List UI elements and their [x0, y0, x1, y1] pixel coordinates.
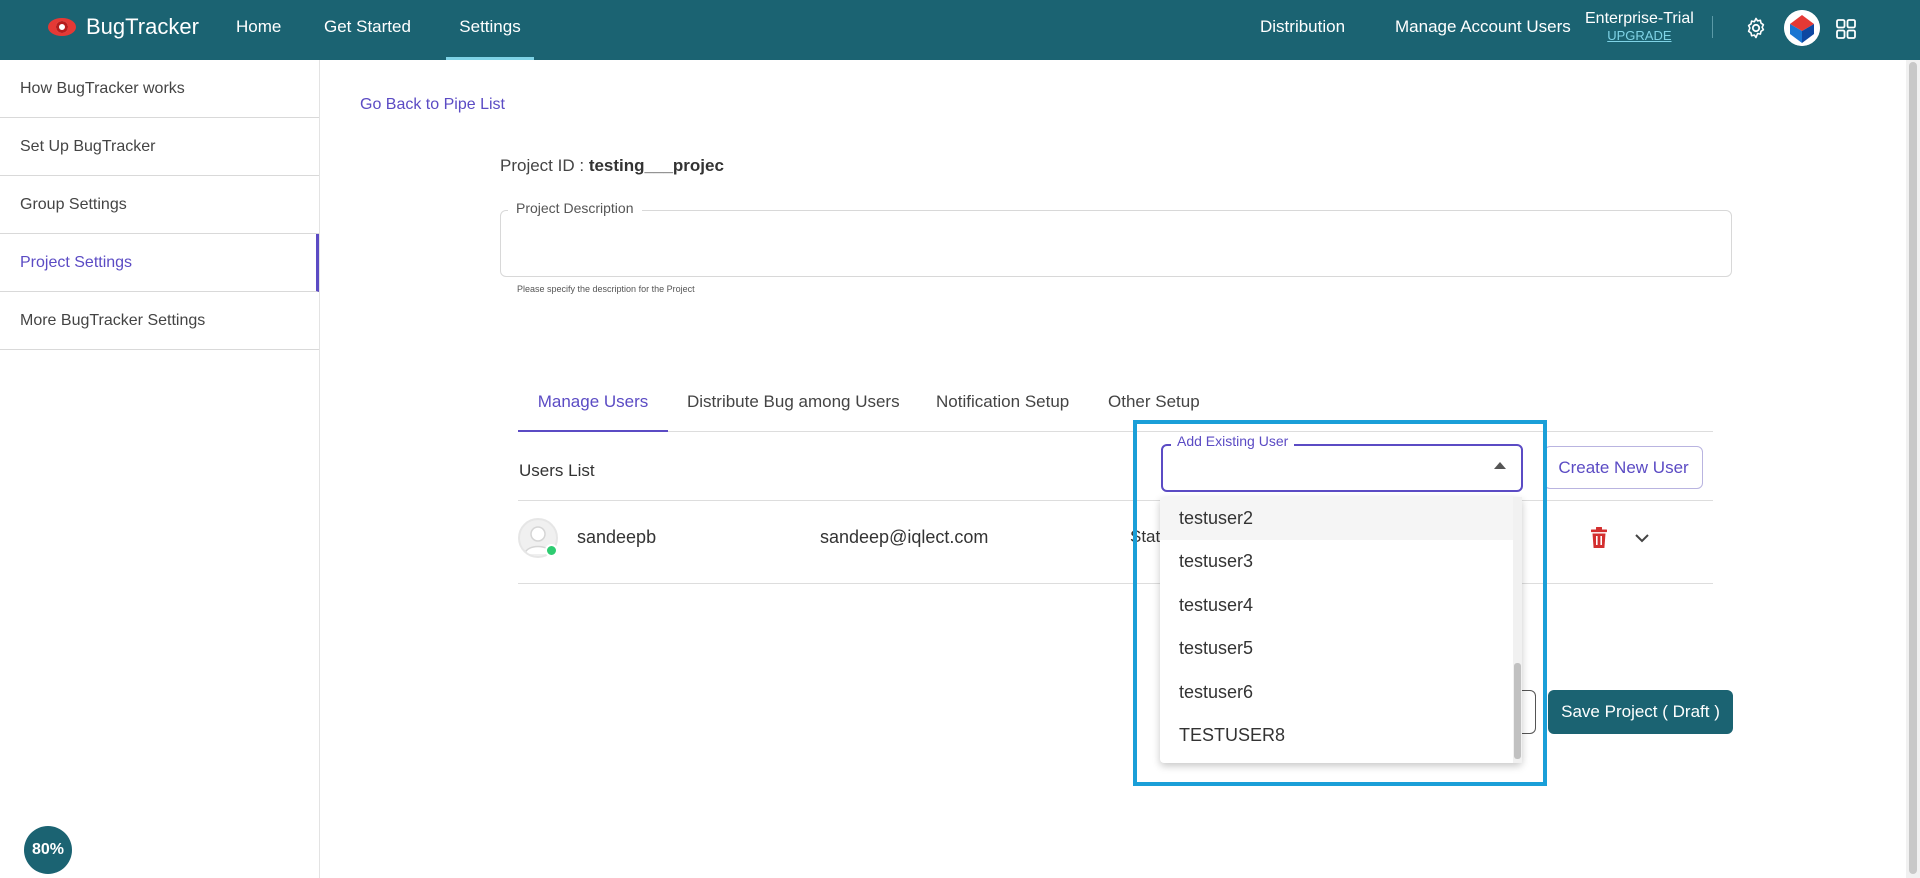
chevron-down-icon[interactable]	[1632, 528, 1652, 548]
plan-name: Enterprise-Trial	[1585, 10, 1694, 27]
project-description-field[interactable]	[500, 210, 1732, 277]
gear-icon[interactable]	[1744, 16, 1768, 40]
logo-eye-icon	[48, 18, 76, 36]
page-scrollbar-thumb[interactable]	[1909, 62, 1917, 874]
menu-item-user[interactable]: testuser6	[1160, 671, 1522, 714]
save-project-draft-button[interactable]: Save Project ( Draft )	[1548, 690, 1733, 734]
online-status-dot	[545, 544, 558, 557]
nav-manage-account-users[interactable]: Manage Account Users	[1395, 0, 1571, 60]
app-logo[interactable]: BugTracker	[48, 14, 199, 40]
create-new-user-button[interactable]: Create New User	[1544, 446, 1703, 489]
zoom-badge[interactable]: 80%	[24, 826, 72, 874]
nav-divider	[1712, 16, 1713, 38]
project-description-label: Project Description	[508, 200, 642, 216]
sidebar-item-setup[interactable]: Set Up BugTracker	[0, 118, 319, 176]
account-avatar[interactable]	[1784, 10, 1820, 46]
settings-sidebar: How BugTracker works Set Up BugTracker G…	[0, 60, 320, 878]
apps-grid-icon[interactable]	[1834, 17, 1858, 41]
plan-info: Enterprise-Trial UPGRADE	[1585, 10, 1694, 43]
menu-item-user[interactable]: testuser2	[1160, 497, 1522, 541]
project-id: Project ID : testing___projec	[500, 156, 724, 176]
add-existing-user-select[interactable]	[1161, 444, 1523, 492]
menu-item-user[interactable]: TESTUSER8	[1160, 714, 1522, 757]
add-existing-user-label: Add Existing User	[1171, 433, 1295, 449]
menu-item-user[interactable]: testuser5	[1160, 627, 1522, 670]
project-id-value: testing___projec	[588, 156, 724, 175]
delete-user-trash-icon[interactable]	[1588, 526, 1610, 550]
nav-settings[interactable]: Settings	[446, 0, 534, 60]
menu-item-user[interactable]: testuser4	[1160, 584, 1522, 627]
user-name: sandeepb	[577, 527, 657, 547]
account-logo-icon	[1784, 10, 1820, 46]
project-id-label: Project ID :	[500, 156, 589, 175]
back-to-pipe-list-link[interactable]: Go Back to Pipe List	[360, 96, 505, 114]
menu-scrollbar-thumb[interactable]	[1514, 663, 1521, 759]
upgrade-link[interactable]: UPGRADE	[1585, 28, 1694, 43]
nav-get-started[interactable]: Get Started	[324, 0, 411, 60]
sidebar-item-how-it-works[interactable]: How BugTracker works	[0, 60, 319, 118]
sidebar-item-project-settings[interactable]: Project Settings	[0, 234, 319, 292]
user-options-menu: testuser2 testuser3 testuser4 testuser5 …	[1160, 497, 1522, 763]
top-navbar: BugTracker Home Get Started Settings Dis…	[0, 0, 1920, 60]
project-description-hint: Please specify the description for the P…	[517, 284, 695, 294]
menu-item-user[interactable]: testuser3	[1160, 540, 1522, 583]
sidebar-item-more-settings[interactable]: More BugTracker Settings	[0, 292, 319, 350]
sidebar-item-group-settings[interactable]: Group Settings	[0, 176, 319, 234]
nav-distribution[interactable]: Distribution	[1260, 0, 1345, 60]
caret-up-icon[interactable]	[1494, 462, 1506, 469]
app-name: BugTracker	[86, 14, 199, 39]
nav-home[interactable]: Home	[236, 0, 281, 60]
tab-notification-setup[interactable]: Notification Setup	[936, 380, 1069, 432]
users-list-label: Users List	[519, 461, 595, 480]
user-email: sandeep@iqlect.com	[820, 527, 989, 547]
tab-distribute-bug[interactable]: Distribute Bug among Users	[687, 380, 900, 432]
tab-manage-users[interactable]: Manage Users	[518, 380, 668, 432]
